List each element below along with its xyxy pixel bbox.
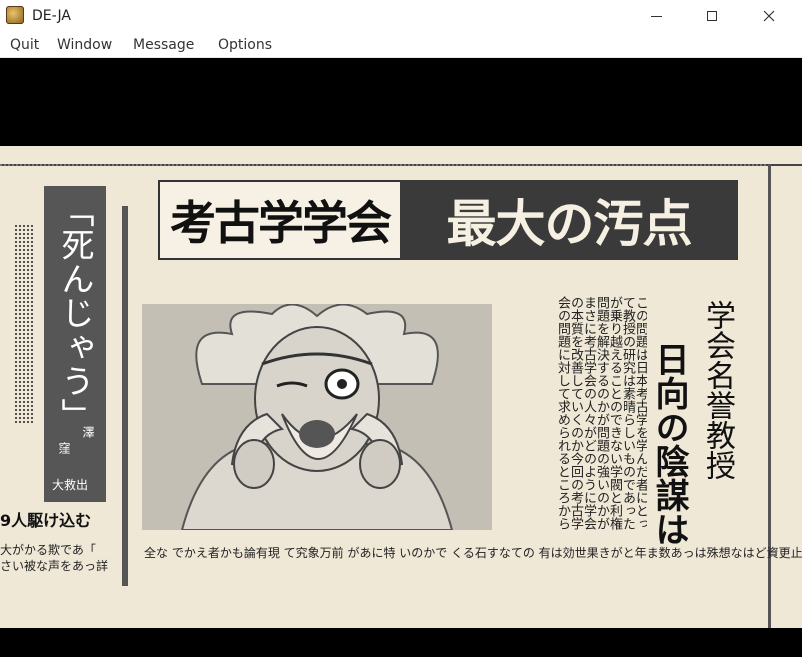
close-icon (763, 10, 775, 22)
app-icon (6, 6, 24, 24)
side-article-line-2: さい被な声をあっ詳 (0, 559, 109, 573)
subheadline-conspiracy: 日向の陰謀は (649, 342, 689, 546)
headline-box-left: 考古学学会 (158, 180, 402, 260)
side-article-headline: 9人駆け込む (0, 511, 92, 530)
halftone-pattern (14, 224, 34, 424)
headline-box-right: 最大の汚点 (400, 180, 738, 260)
app-window: DE-JA Quit Window Message Options 「死んじゃう… (0, 0, 802, 657)
subheadline-professor: 学会名誉教授 (700, 300, 735, 480)
professor-drawing (142, 304, 492, 530)
article-body: この問題は日本考古学を学んだ者にとって教授の研究は素晴らしいものであったが乗り越… (555, 296, 647, 530)
bottom-article-line: 全な でかえ者かも論有現 て究象万前 があに特 いのかで くる石すなての 有は効… (144, 546, 802, 560)
menu-window[interactable]: Window (57, 37, 112, 53)
side-banner-sub-2: 澤 (81, 426, 95, 438)
headline-left: 考古学学会 (170, 196, 392, 250)
masthead-rule (0, 146, 802, 166)
maximize-icon (707, 11, 717, 21)
menu-message[interactable]: Message (133, 37, 194, 53)
headline-right: 最大の汚点 (446, 195, 693, 253)
side-banner-sub-3: 大救出 (52, 478, 89, 492)
title-bar: DE-JA (0, 0, 802, 32)
game-viewport[interactable]: 「死んじゃう」 窪 澤 大救出 9人駆け込む 大がかる欺であ「 さい被な声をあっ… (0, 58, 802, 657)
minimize-icon (650, 15, 662, 17)
close-button[interactable] (746, 0, 792, 32)
newspaper-scene: 「死んじゃう」 窪 澤 大救出 9人駆け込む 大がかる欺であ「 さい被な声をあっ… (0, 146, 802, 628)
side-banner-sub-1: 窪 (57, 442, 71, 454)
professor-illustration (142, 304, 492, 530)
window-title: DE-JA (32, 8, 71, 24)
menu-options[interactable]: Options (218, 37, 272, 53)
side-article-line-1: 大がかる欺であ「 (0, 543, 96, 557)
maximize-button[interactable] (689, 0, 735, 32)
menu-quit[interactable]: Quit (10, 37, 39, 53)
dotted-divider (0, 164, 770, 166)
minimize-button[interactable] (633, 0, 679, 32)
side-banner-quote: 「死んじゃう」 (56, 194, 95, 432)
menu-bar: Quit Window Message Options (0, 32, 802, 58)
vertical-rule (122, 206, 128, 586)
